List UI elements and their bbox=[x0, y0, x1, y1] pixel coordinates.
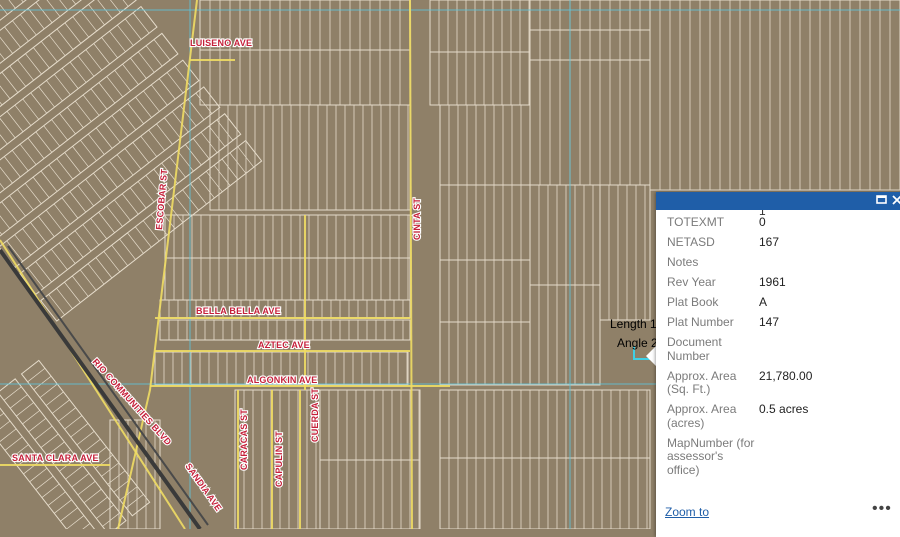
street-label-aztec: AZTEC AVE bbox=[258, 340, 310, 350]
attribute-value bbox=[755, 437, 812, 484]
attribute-row-area-acres: Approx. Area (acres) 0.5 acres bbox=[664, 402, 812, 437]
attribute-key: Plat Number bbox=[667, 315, 734, 329]
popup-attributes: 1 TOTEXMT 0 NETASD 167 Notes Rev Year 19… bbox=[656, 210, 900, 495]
attribute-row-totexmt: TOTEXMT 0 bbox=[664, 215, 812, 236]
attribute-key: Document Number bbox=[667, 335, 722, 363]
attribute-key: Notes bbox=[667, 255, 699, 269]
attribute-value: 147 bbox=[759, 315, 780, 329]
street-label-cinta: CINTA ST bbox=[412, 198, 422, 240]
close-icon[interactable] bbox=[892, 193, 900, 209]
measure-length-label: Length 1 bbox=[610, 317, 657, 331]
popup-pointer bbox=[646, 346, 656, 366]
attribute-value: A bbox=[759, 295, 768, 309]
street-label-caracas: CARACAS ST bbox=[239, 409, 249, 470]
attribute-value bbox=[755, 256, 812, 276]
attribute-key: TOTEXMT bbox=[667, 215, 725, 229]
maximize-icon[interactable] bbox=[876, 193, 887, 209]
attribute-value: 0 bbox=[759, 215, 766, 229]
attribute-value: 1961 bbox=[759, 275, 786, 289]
street-label-santa-clara: SANTA CLARA AVE bbox=[12, 453, 99, 463]
street-label-bella-bella: BELLA BELLA AVE bbox=[196, 306, 281, 316]
street-label-algonkin: ALGONKIN AVE bbox=[247, 375, 317, 385]
attribute-key: Plat Book bbox=[667, 295, 719, 309]
attribute-row-notes: Notes bbox=[664, 255, 812, 276]
attribute-key: Rev Year bbox=[667, 275, 716, 289]
attribute-value: 21,780.00 bbox=[759, 368, 813, 383]
attribute-key: MapNumber (for assessor's office) bbox=[667, 435, 755, 477]
street-label-capulin: CAPULIN ST bbox=[274, 431, 284, 487]
more-icon[interactable]: ••• bbox=[872, 500, 892, 518]
popup-header bbox=[656, 192, 900, 210]
attribute-row-plat-book: Plat Book A bbox=[664, 295, 812, 316]
attribute-row-document-number: Document Number bbox=[664, 335, 812, 370]
popup-footer: Zoom to ••• bbox=[656, 500, 900, 522]
zoom-to-link[interactable]: Zoom to bbox=[665, 505, 709, 519]
street-label-luiseno: LUISENO AVE bbox=[190, 38, 252, 48]
feature-popup: 1 TOTEXMT 0 NETASD 167 Notes Rev Year 19… bbox=[656, 192, 900, 537]
attribute-row-plat-number: Plat Number 147 bbox=[664, 315, 812, 336]
attribute-key: NETASD bbox=[667, 235, 715, 249]
attribute-row-rev-year: Rev Year 1961 bbox=[664, 275, 812, 296]
attribute-value bbox=[755, 336, 812, 370]
attribute-value: 0.5 acres bbox=[759, 402, 809, 416]
attribute-table: TOTEXMT 0 NETASD 167 Notes Rev Year 1961… bbox=[664, 215, 813, 484]
street-label-cuerda: CUERDA ST bbox=[310, 388, 320, 442]
attribute-row-mapnumber: MapNumber (for assessor's office) bbox=[664, 435, 812, 484]
attribute-row-netasd: NETASD 167 bbox=[664, 235, 812, 256]
attribute-key: Approx. Area (Sq. Ft.) bbox=[667, 368, 737, 396]
attribute-row-area-sqft: Approx. Area (Sq. Ft.) 21,780.00 bbox=[664, 368, 813, 404]
attribute-value: 167 bbox=[759, 235, 780, 249]
attribute-key: Approx. Area (acres) bbox=[667, 402, 737, 430]
